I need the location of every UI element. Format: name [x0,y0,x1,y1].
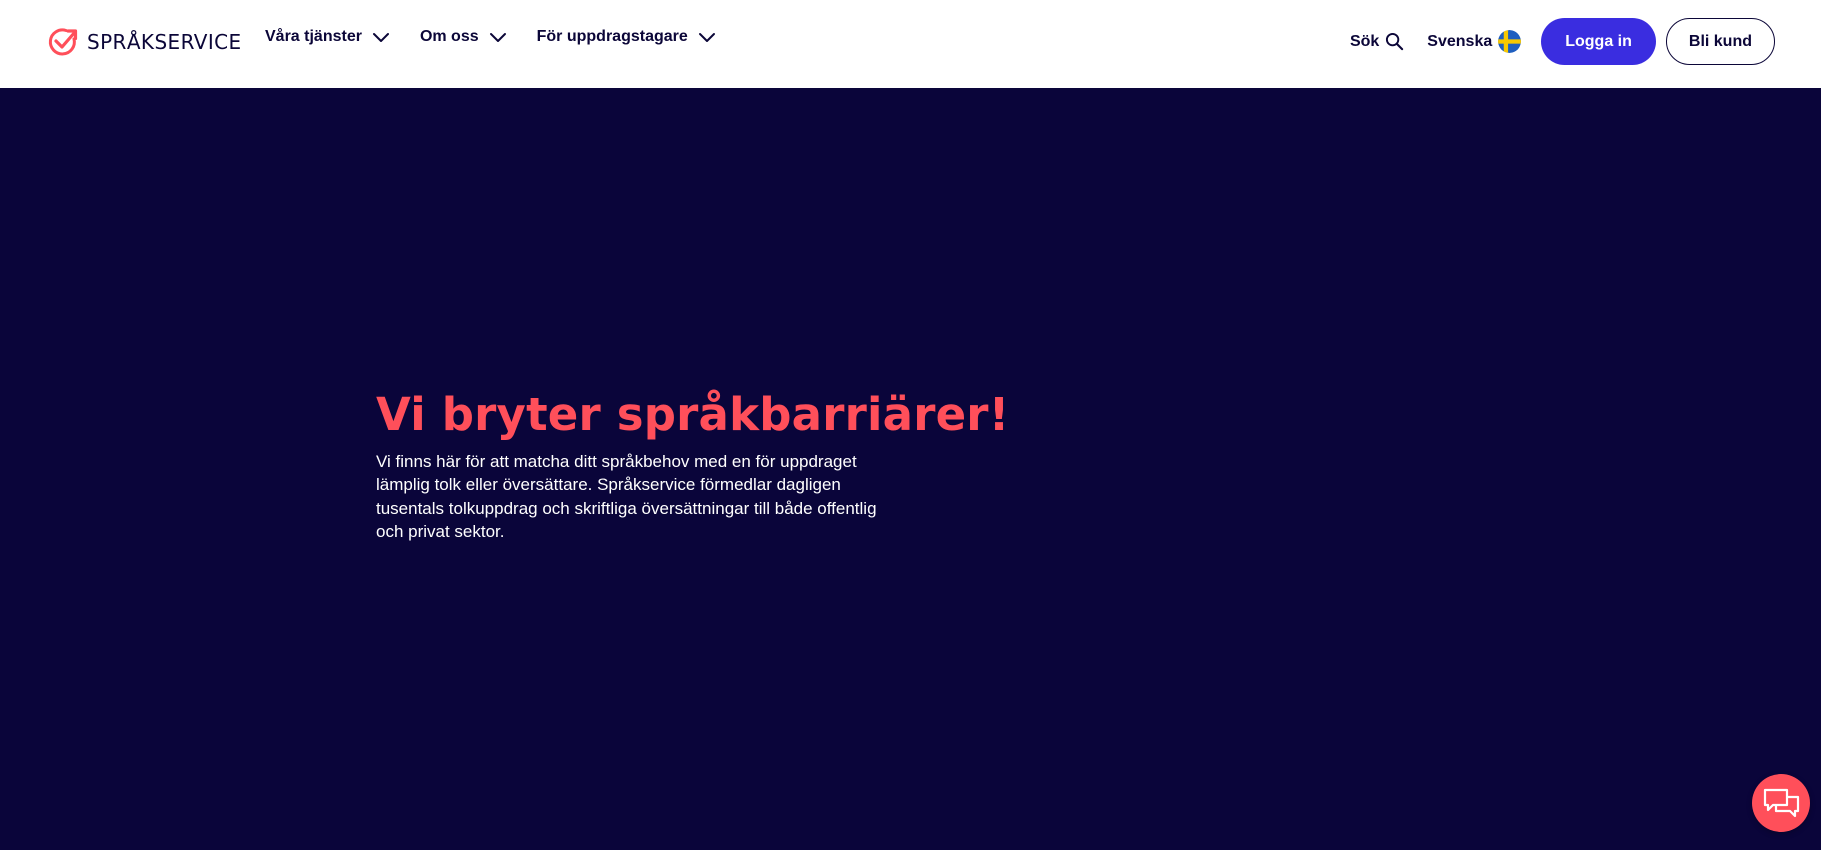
chevron-down-icon [489,33,506,42]
main-nav: Våra tjänster Om oss För uppdragstagare [265,28,716,46]
logo-link[interactable]: SPRÅKSERVICE [47,26,242,58]
nav-item-om-oss[interactable]: Om oss [420,28,507,46]
hero-section: Vi bryter språkbarriärer! Vi finns här f… [0,88,1821,850]
language-selector[interactable]: Svenska [1427,30,1522,53]
chat-bubbles-icon [1763,788,1800,818]
login-button[interactable]: Logga in [1541,18,1656,65]
swedish-flag-icon [1498,30,1522,53]
logo-text: SPRÅKSERVICE [87,30,242,54]
chevron-down-icon [698,33,715,42]
hero-title: Vi bryter språkbarriärer! [376,388,1010,441]
check-arrow-circle-icon [48,28,78,56]
hero-text: Vi finns här för att matcha ditt språkbe… [376,451,877,542]
nav-item-vara-tjanster[interactable]: Våra tjänster [265,28,390,46]
search-label: Sök [1349,32,1380,50]
chevron-down-icon [372,33,389,42]
nav-label: Våra tjänster [265,28,362,45]
page-bottom-edge [0,850,1821,864]
search-icon [1386,32,1404,51]
nav-label: För uppdragstagare [536,28,688,45]
site-header: SPRÅKSERVICE Våra tjänster Om oss För up… [0,0,1821,88]
hero-content: Vi bryter språkbarriärer! Vi finns här f… [376,388,1010,544]
language-label: Svenska [1427,32,1493,50]
nav-item-for-uppdragstagare[interactable]: För uppdragstagare [537,28,716,46]
search-button[interactable]: Sök [1350,32,1404,51]
header-actions: Sök Svenska Logga in Bli kund [1350,18,1775,65]
become-customer-button[interactable]: Bli kund [1665,18,1775,65]
nav-label: Om oss [419,28,479,45]
chat-button[interactable] [1752,774,1810,832]
